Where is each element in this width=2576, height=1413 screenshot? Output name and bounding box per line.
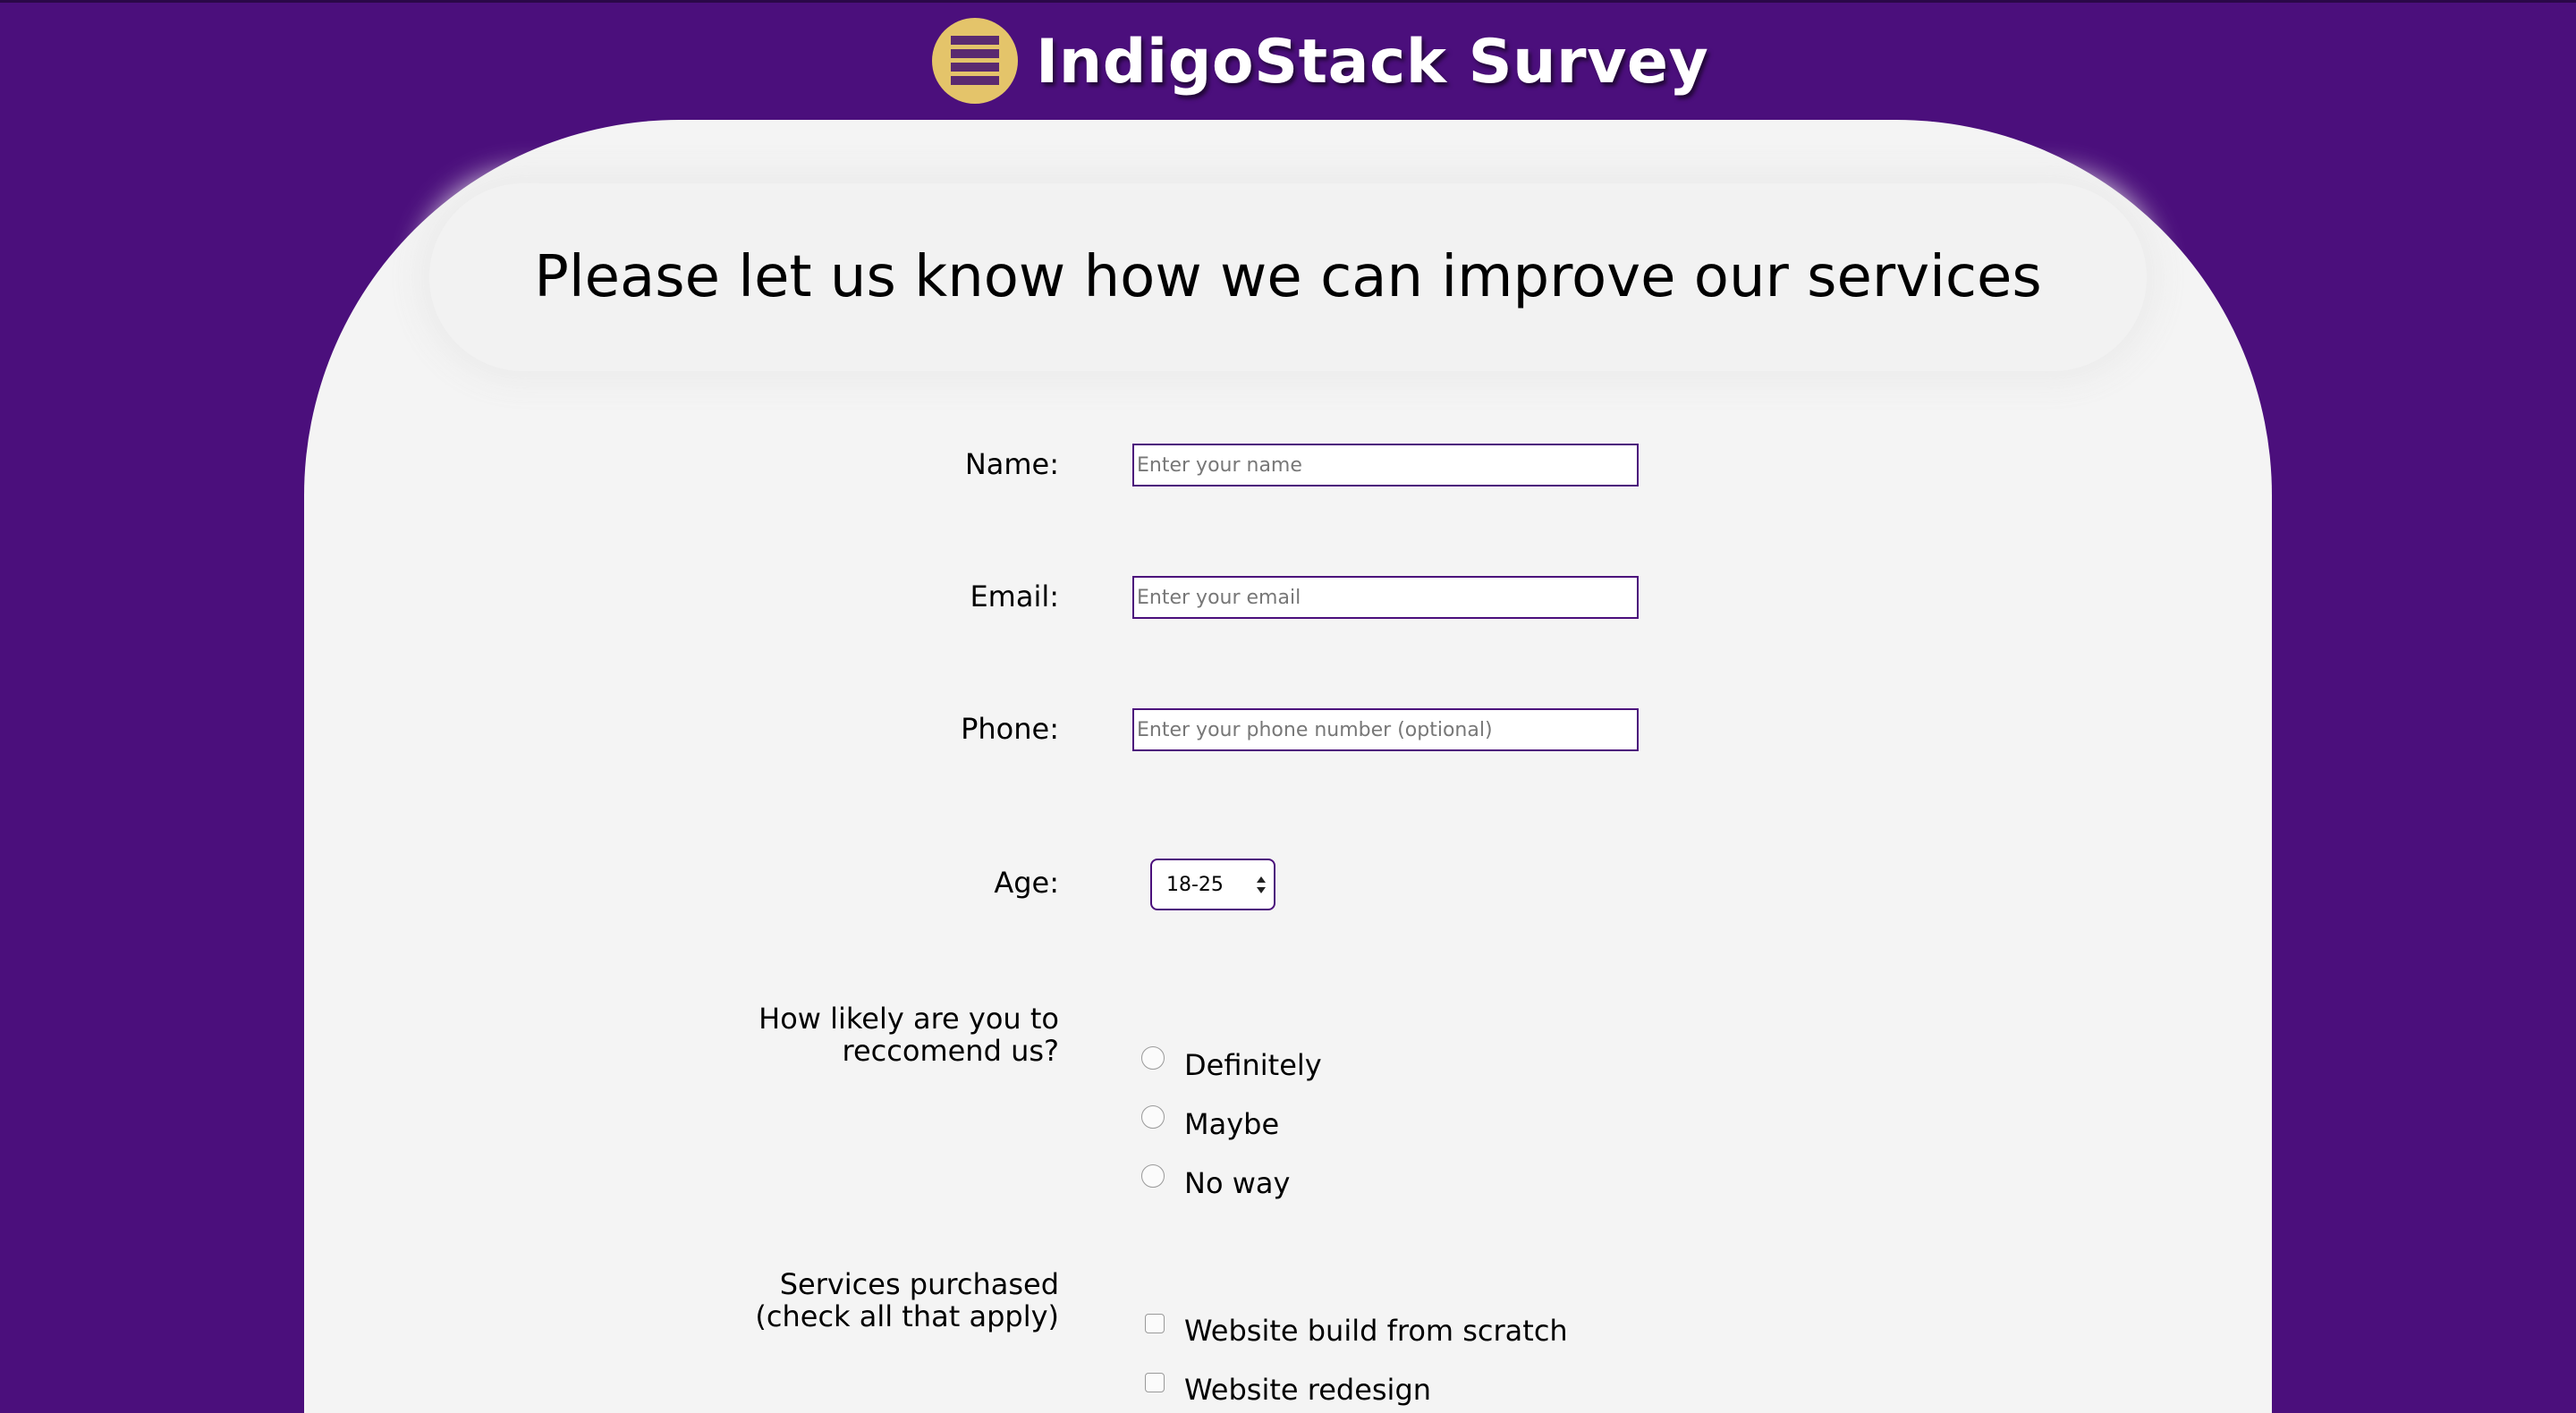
radio-button[interactable] bbox=[1141, 1046, 1165, 1070]
services-label-line2: (check all that apply) bbox=[755, 1299, 1059, 1333]
checkbox-label: Website build from scratch bbox=[1184, 1314, 1568, 1348]
phone-label: Phone: bbox=[961, 712, 1059, 746]
radio-button[interactable] bbox=[1141, 1164, 1165, 1188]
name-label: Name: bbox=[964, 447, 1059, 481]
checkbox[interactable] bbox=[1145, 1373, 1165, 1392]
services-label-line1: Services purchased bbox=[779, 1267, 1059, 1301]
radio-label: Maybe bbox=[1184, 1107, 1280, 1141]
radio-label: Definitely bbox=[1184, 1048, 1322, 1082]
site-title: IndigoStack Survey bbox=[1036, 27, 1709, 97]
email-label: Email: bbox=[970, 580, 1059, 613]
select-arrows-icon bbox=[1256, 875, 1267, 898]
recommend-label-line2: reccomend us? bbox=[842, 1034, 1059, 1068]
age-select-value: 18-25 bbox=[1166, 874, 1224, 896]
age-select[interactable]: 18-25 bbox=[1150, 859, 1275, 910]
recommend-label-line1: How likely are you to bbox=[758, 1002, 1059, 1036]
name-input[interactable] bbox=[1132, 444, 1639, 487]
checkbox[interactable] bbox=[1145, 1314, 1165, 1333]
age-label: Age: bbox=[994, 866, 1059, 900]
stacked-bars-icon bbox=[932, 18, 1018, 104]
checkbox-label: Website redesign bbox=[1184, 1373, 1432, 1407]
radio-label: No way bbox=[1184, 1166, 1291, 1200]
form-heading: Please let us know how we can improve ou… bbox=[534, 244, 2042, 310]
site-header: IndigoStack Survey bbox=[0, 0, 2576, 120]
radio-button[interactable] bbox=[1141, 1105, 1165, 1129]
phone-input[interactable] bbox=[1132, 708, 1639, 751]
email-input[interactable] bbox=[1132, 576, 1639, 619]
